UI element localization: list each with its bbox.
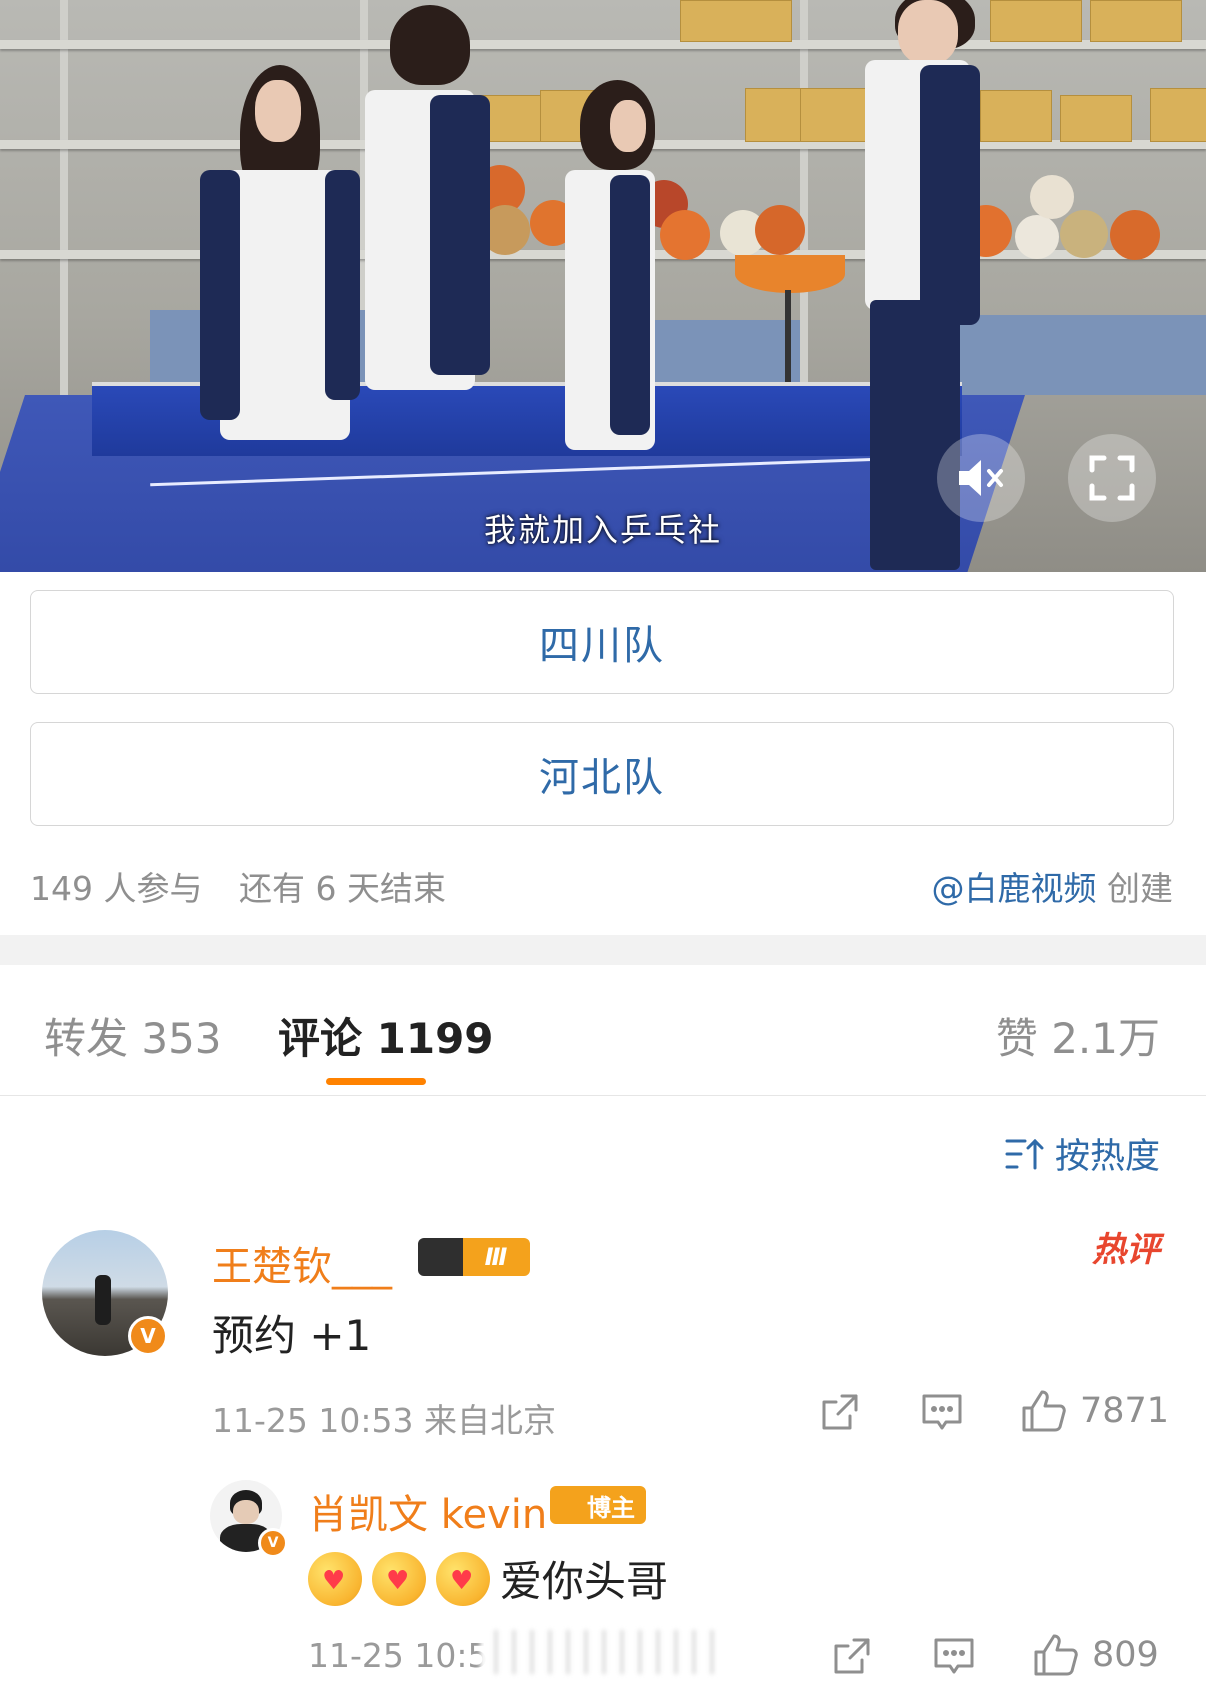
poll-meta: 149 人参与 还有 6 天结束 (30, 862, 446, 910)
like-button[interactable]: 7871 (1020, 1388, 1169, 1434)
box (800, 88, 872, 142)
ball (755, 205, 805, 255)
fullscreen-icon (1089, 455, 1135, 501)
barrier (960, 315, 1206, 395)
ball (1015, 215, 1059, 259)
video-subtitle: 我就加入乒乓社 (483, 511, 722, 549)
share-icon (834, 1638, 870, 1674)
thumbs-up-icon (1034, 1634, 1078, 1676)
sort-label: 按热度 (1054, 1137, 1160, 1177)
poll-option-1[interactable]: 四川队 (30, 590, 1174, 694)
section-divider (0, 935, 1206, 965)
verified-badge-icon: V (258, 1528, 288, 1558)
tab-repost[interactable]: 转发 353 (44, 1005, 222, 1066)
reply-text-row: 爱你头哥 (308, 1548, 668, 1609)
shelf-post (800, 0, 808, 420)
comment-text: 预约 +1 (212, 1311, 372, 1360)
box (1150, 88, 1206, 142)
ball (1060, 210, 1108, 258)
comment-meta: 11-25 10:53 来自北京 (212, 1401, 556, 1440)
ball (1030, 175, 1074, 219)
tab-comments[interactable]: 评论 1199 (278, 1005, 494, 1066)
reply-username[interactable]: 肖凯文 kevin (308, 1482, 547, 1540)
ball (1110, 210, 1160, 260)
reply-button[interactable] (920, 1390, 964, 1434)
blogger-badge-icon: 博主 (550, 1486, 646, 1524)
poll-option-2[interactable]: 河北队 (30, 722, 1174, 826)
comment-username[interactable]: 王楚钦___ (212, 1234, 392, 1292)
fullscreen-button[interactable] (1068, 434, 1156, 522)
comment-icon (922, 1394, 962, 1430)
verified-badge-icon: V (128, 1316, 168, 1356)
hug-heart-emoji-icon (372, 1551, 426, 1606)
box (990, 0, 1082, 42)
reply-like-count: 809 (1092, 1635, 1159, 1675)
crown-badge-icon: Ⅲ (418, 1238, 530, 1276)
mute-button[interactable] (937, 434, 1025, 522)
hug-heart-emoji-icon (308, 1551, 362, 1606)
creator-link[interactable]: @白鹿视频 (932, 869, 1097, 908)
crown-badge-level: Ⅲ (484, 1243, 508, 1271)
mute-icon (959, 460, 1003, 496)
box (980, 90, 1052, 142)
comment-icon (934, 1638, 974, 1674)
like-count: 7871 (1080, 1391, 1170, 1431)
thumbs-up-icon (1022, 1390, 1066, 1432)
share-icon (822, 1394, 858, 1430)
blogger-badge-label: 博主 (587, 1493, 635, 1522)
ball (660, 210, 710, 260)
box (1060, 95, 1132, 142)
hug-heart-emoji-icon (436, 1551, 490, 1606)
box (745, 88, 807, 142)
box (1090, 0, 1182, 42)
watermark-obscured (480, 1630, 720, 1674)
sort-button[interactable]: 按热度 (1005, 1128, 1160, 1179)
active-tab-indicator (326, 1078, 426, 1085)
poll-remaining: 还有 6 天结束 (238, 869, 446, 908)
shelf-post (60, 0, 68, 420)
creator-suffix: 创建 (1107, 869, 1173, 908)
reply-text: 爱你头哥 (500, 1557, 669, 1606)
share-button[interactable] (818, 1390, 862, 1434)
tab-likes[interactable]: 赞 2.1万 (996, 1005, 1160, 1066)
poll-creator: @白鹿视频 创建 (932, 862, 1174, 910)
video-player[interactable]: 我就加入乒乓社 (0, 0, 1206, 572)
box (680, 0, 792, 42)
reply-share-button[interactable] (830, 1634, 874, 1678)
tab-divider (0, 1095, 1206, 1096)
reply-meta: 11-25 10:5 (308, 1636, 489, 1675)
poll-participants: 149 人参与 (30, 869, 203, 908)
reply-comment-button[interactable] (932, 1634, 976, 1678)
avatar-figure (95, 1275, 111, 1325)
ball-basket (735, 255, 845, 293)
sort-icon (1005, 1138, 1044, 1169)
hot-comment-tag: 热评 (1092, 1230, 1160, 1270)
reply-like-button[interactable]: 809 (1032, 1632, 1159, 1678)
